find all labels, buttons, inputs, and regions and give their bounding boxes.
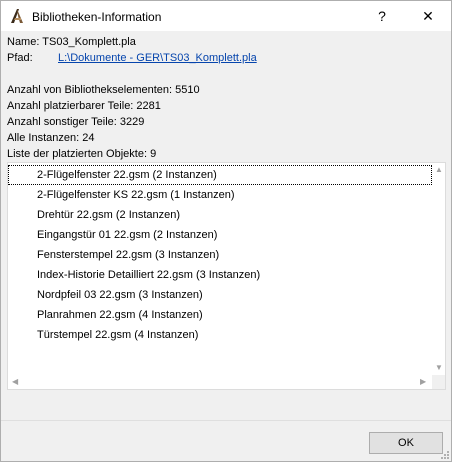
path-row: Pfad: L:\Dokumente - GER\TS03_Komplett.p… — [7, 52, 257, 64]
list-item[interactable]: 2-Flügelfenster KS 22.gsm (1 Instanzen) — [8, 185, 432, 205]
title-bar[interactable]: Bibliotheken-Information ? ✕ — [1, 1, 451, 31]
list-item[interactable]: Eingangstür 01 22.gsm (2 Instanzen) — [8, 225, 432, 245]
library-elements-count: Anzahl von Bibliothekselementen: 5510 — [7, 84, 200, 96]
name-row: Name: TS03_Komplett.pla — [7, 36, 136, 48]
vertical-scrollbar[interactable]: ▲ ▼ — [432, 163, 445, 375]
footer-separator — [1, 420, 451, 421]
name-label: Name: — [7, 36, 40, 48]
horizontal-scrollbar[interactable]: ◀ ▶ — [8, 375, 432, 389]
all-instances-count: Alle Instanzen: 24 — [7, 132, 95, 144]
placed-objects-list-label: Liste der platzierten Objekte: 9 — [7, 148, 157, 160]
scroll-right-arrow-icon[interactable]: ▶ — [420, 378, 426, 386]
placeable-parts-count: Anzahl platzierbarer Teile: 2281 — [7, 100, 161, 112]
list-item[interactable]: Planrahmen 22.gsm (4 Instanzen) — [8, 305, 432, 325]
library-info-dialog: Bibliotheken-Information ? ✕ Name: TS03_… — [0, 0, 452, 462]
window-title: Bibliotheken-Information — [32, 10, 162, 24]
placed-objects-list[interactable]: 2-Flügelfenster 22.gsm (2 Instanzen) 2-F… — [7, 162, 446, 390]
resize-grip-icon[interactable] — [440, 450, 450, 460]
list-item[interactable]: Türstempel 22.gsm (4 Instanzen) — [8, 325, 432, 345]
list-item[interactable]: 2-Flügelfenster 22.gsm (2 Instanzen) — [8, 165, 432, 185]
close-button[interactable]: ✕ — [405, 1, 451, 31]
scroll-down-arrow-icon[interactable]: ▼ — [435, 364, 443, 372]
help-button[interactable]: ? — [359, 1, 405, 31]
list-item[interactable]: Drehtür 22.gsm (2 Instanzen) — [8, 205, 432, 225]
list-item[interactable]: Fensterstempel 22.gsm (3 Instanzen) — [8, 245, 432, 265]
scroll-left-arrow-icon[interactable]: ◀ — [12, 378, 18, 386]
path-label: Pfad: — [7, 52, 33, 64]
close-icon: ✕ — [422, 7, 434, 24]
path-link[interactable]: L:\Dokumente - GER\TS03_Komplett.pla — [58, 52, 257, 64]
scroll-up-arrow-icon[interactable]: ▲ — [435, 166, 443, 174]
name-value: TS03_Komplett.pla — [42, 36, 136, 48]
archicad-app-icon — [9, 8, 25, 24]
ok-button[interactable]: OK — [369, 432, 443, 454]
list-viewport: 2-Flügelfenster 22.gsm (2 Instanzen) 2-F… — [8, 163, 432, 375]
other-parts-count: Anzahl sonstiger Teile: 3229 — [7, 116, 145, 128]
list-item[interactable]: Nordpfeil 03 22.gsm (3 Instanzen) — [8, 285, 432, 305]
scrollbar-corner — [432, 375, 445, 389]
list-item[interactable]: Index-Historie Detailliert 22.gsm (3 Ins… — [8, 265, 432, 285]
